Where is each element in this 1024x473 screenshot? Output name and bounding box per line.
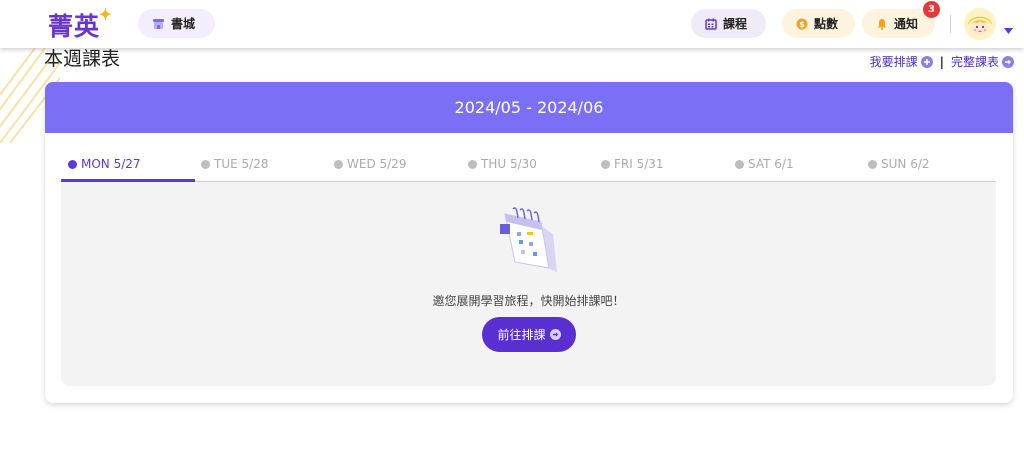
brand-logo[interactable]: 菁英 ✦ [48, 5, 112, 43]
arrow-right-circle-icon [1002, 55, 1014, 68]
tab-sat[interactable]: SAT 6/1 [735, 146, 794, 182]
tab-tue[interactable]: TUE 5/28 [201, 146, 268, 182]
header-links: 我要排課 | 完整課表 [870, 53, 1014, 70]
go-schedule-button[interactable]: 前往排課 [482, 317, 576, 352]
store-button[interactable]: 書城 [138, 9, 215, 38]
plus-circle-icon [920, 55, 933, 68]
schedule-link-label: 我要排課 [869, 55, 918, 69]
tab-sun[interactable]: SUN 6/2 [868, 146, 930, 182]
points-button[interactable]: $ 點數 [782, 9, 855, 38]
schedule-link[interactable]: 我要排課 [870, 53, 933, 70]
weekly-schedule-card: 2024/05 - 2024/06 MON 5/27 TUE 5/28 WED … [45, 82, 1013, 403]
tab-label: SAT 6/1 [748, 157, 794, 171]
arrow-right-circle-icon [549, 329, 561, 340]
course-button[interactable]: 課程 [691, 9, 766, 38]
tab-label: WED 5/29 [347, 157, 407, 171]
caret-down-icon[interactable] [1004, 19, 1013, 38]
sparkle-icon: ✦ [98, 5, 114, 24]
empty-message: 邀您展開學習旅程，快開始排課吧！ [432, 294, 625, 308]
tab-thu[interactable]: THU 5/30 [468, 146, 537, 182]
empty-state: 邀您展開學習旅程，快開始排課吧！ 前往排課 [61, 182, 996, 386]
tab-mon[interactable]: MON 5/27 [68, 146, 141, 182]
calendar-illustration-icon [500, 207, 557, 272]
full-schedule-link-label: 完整課表 [950, 55, 999, 69]
tab-label: MON 5/27 [81, 157, 141, 171]
tab-label: SUN 6/2 [881, 157, 930, 171]
avatar-icon[interactable] [964, 8, 996, 40]
page-title: 本週課表 [44, 48, 121, 70]
date-range-header: 2024/05 - 2024/06 [45, 82, 1013, 133]
svg-text:$: $ [799, 20, 805, 29]
tab-label: THU 5/30 [481, 157, 537, 171]
tab-label: FRI 5/31 [614, 157, 664, 171]
tab-dot [735, 159, 744, 169]
date-range: 2024/05 - 2024/06 [454, 98, 604, 117]
tab-fri[interactable]: FRI 5/31 [601, 146, 664, 182]
link-separator: | [939, 54, 944, 69]
tab-dot [868, 159, 877, 169]
calendar-icon [705, 18, 717, 30]
course-label: 課程 [723, 17, 748, 31]
coin-icon: $ [796, 18, 808, 30]
notification-count-badge: 3 [923, 1, 940, 18]
tab-dot [601, 159, 610, 169]
day-tabs: MON 5/27 TUE 5/28 WED 5/29 THU 5/30 FRI … [61, 146, 996, 182]
tab-wed[interactable]: WED 5/29 [334, 146, 406, 182]
tab-dot [468, 159, 477, 169]
notify-label: 通知 [894, 17, 919, 31]
brand-logo-text: 菁英 [48, 12, 101, 41]
tab-dot [334, 159, 343, 169]
store-label: 書城 [171, 17, 196, 31]
tab-label: TUE 5/28 [214, 157, 269, 171]
full-schedule-link[interactable]: 完整課表 [951, 53, 1014, 70]
header-divider [950, 15, 951, 33]
bell-icon [876, 18, 888, 30]
storefront-icon [152, 18, 165, 30]
top-navigation: 菁英 ✦ 書城 課程 $ 點數 通知 3 [0, 0, 1024, 48]
tab-dot [201, 159, 210, 169]
points-label: 點數 [814, 17, 839, 31]
tab-dot [68, 159, 77, 169]
go-schedule-label: 前往排課 [497, 328, 546, 342]
